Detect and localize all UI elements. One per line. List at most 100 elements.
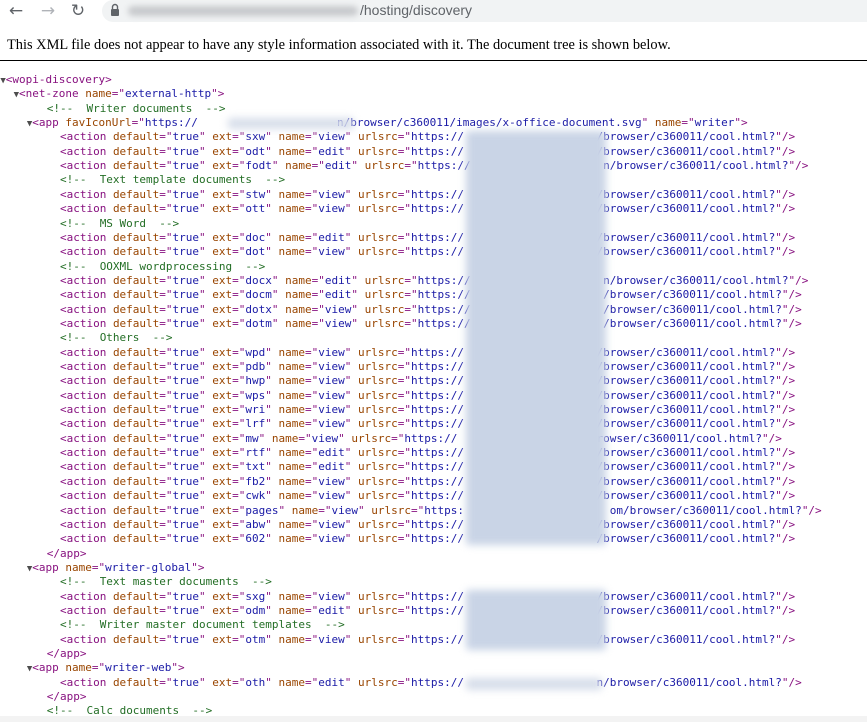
xml-token: =" <box>159 130 173 144</box>
xml-token: <net-zone <box>19 87 86 101</box>
xml-token: <action <box>59 474 113 488</box>
xml-token: <action <box>59 460 113 474</box>
xml-token: ext <box>212 603 233 617</box>
xml-token: "/> <box>775 345 796 359</box>
xml-token: " <box>344 517 359 531</box>
xml-token: " <box>258 431 272 445</box>
xml-token: "/> <box>775 532 796 546</box>
xml-token: =" <box>232 517 246 531</box>
xml-token: <!-- Text master documents --> <box>59 575 272 589</box>
xml-line: <action default="true" ext="fb2" name="v… <box>60 475 795 489</box>
xml-token: mw <box>245 431 259 445</box>
xml-token: =" <box>404 273 418 287</box>
xml-token: =" <box>397 446 412 460</box>
xml-token: <action <box>59 288 113 302</box>
horizontal-scrollbar[interactable] <box>0 716 867 722</box>
xml-token: urlsrc <box>358 388 398 402</box>
xml-token: " <box>265 403 279 417</box>
xml-token: " <box>199 345 213 359</box>
xml-token: urlsrc <box>358 589 398 603</box>
xml-token: /browser/c360011/cool.html? <box>603 302 782 316</box>
xml-token: true <box>172 589 200 603</box>
xml-token: true <box>172 273 200 287</box>
xml-token: =" <box>397 517 412 531</box>
xml-token: true <box>172 345 200 359</box>
xml-token: https: <box>424 503 465 517</box>
xml-token: " <box>344 360 359 373</box>
reload-button[interactable]: ↻ <box>68 1 88 21</box>
xml-token: " <box>199 374 213 388</box>
xml-token: urlsrc <box>358 144 398 158</box>
address-bar[interactable]: /hosting/discovery <box>102 0 867 22</box>
xml-token: =" <box>159 431 173 445</box>
xml-token: urlsrc <box>358 245 398 259</box>
xml-token: default <box>112 302 160 316</box>
forward-button[interactable]: → <box>38 1 58 21</box>
xml-token: =" <box>397 675 412 689</box>
xml-token: "> <box>191 560 205 574</box>
xml-token: =" <box>232 632 246 646</box>
xml-token: =" <box>232 345 246 359</box>
xml-token: " <box>344 388 359 402</box>
xml-token: <action <box>59 675 113 689</box>
browser-toolbar: ← → ↻ /hosting/discovery <box>0 0 867 24</box>
xml-token: " <box>271 288 286 302</box>
xml-token: ext <box>212 130 233 144</box>
xml-token: " <box>344 474 359 488</box>
xml-token: " <box>344 403 359 417</box>
xml-token: <action <box>59 360 113 373</box>
xml-token: " <box>271 159 286 173</box>
redacted-host <box>228 118 354 129</box>
xml-token: "/> <box>775 388 796 402</box>
xml-token: default <box>112 374 160 388</box>
xml-token: n/browser/c360011/cool.html? <box>603 273 789 287</box>
xml-token: name <box>278 460 306 474</box>
xml-token: =" <box>159 460 173 474</box>
xml-token: name <box>278 245 306 259</box>
xml-token: "/> <box>775 489 796 503</box>
xml-token: true <box>172 532 200 546</box>
xml-token: <app <box>32 116 66 130</box>
xml-token: edit <box>318 230 345 244</box>
xml-line: <action default="true" ext="sxg" name="v… <box>60 590 795 604</box>
xml-token: =" <box>305 130 319 144</box>
xml-token: view <box>311 431 339 445</box>
xml-token: https:// <box>411 374 465 388</box>
xml-token: /browser/c360011/cool.html? <box>603 288 782 302</box>
xml-token: =" <box>232 374 246 388</box>
xml-token: " <box>344 589 359 603</box>
xml-token: =" <box>232 446 246 460</box>
xml-token: " <box>265 460 279 474</box>
xml-token: =" <box>305 603 319 617</box>
xml-token: <action <box>59 130 113 144</box>
xml-token: https:// <box>411 345 465 359</box>
xml-token: view <box>318 403 345 417</box>
xml-line: <action default="true" ext="docx" name="… <box>60 274 808 288</box>
xml-token: =" <box>159 489 173 503</box>
xml-line: <action default="true" ext="pdb" name="v… <box>60 360 795 374</box>
xml-token: https:// <box>411 675 465 689</box>
xml-token: true <box>172 632 200 646</box>
xml-token: =" <box>404 302 418 316</box>
xml-token: /browser/c360011/cool.html? <box>596 474 776 488</box>
xml-token: /browser/c360011/cool.html? <box>596 187 776 201</box>
xml-token: sxg <box>245 589 266 603</box>
xml-token: " <box>199 489 213 503</box>
xml-token: name <box>278 474 306 488</box>
xml-token: name <box>291 503 319 517</box>
xml-token: /browser/c360011/cool.html? <box>596 489 776 503</box>
xml-token: =" <box>397 632 412 646</box>
xml-token: fb2 <box>245 474 266 488</box>
xml-token: stw <box>245 187 266 201</box>
xml-token: " <box>199 130 213 144</box>
xml-token: https:// <box>417 302 471 316</box>
xml-token: https:// <box>411 632 465 646</box>
xml-tree: ▼<wopi-discovery> ▼<net-zone name="extern… <box>0 73 867 722</box>
xml-token: =" <box>232 460 246 474</box>
back-button[interactable]: ← <box>6 1 26 21</box>
xml-token: <action <box>59 403 113 417</box>
xml-token: " <box>199 417 213 431</box>
xml-token: <action <box>59 417 113 431</box>
xml-token: "/> <box>788 273 809 287</box>
xml-token: ext <box>212 446 233 460</box>
